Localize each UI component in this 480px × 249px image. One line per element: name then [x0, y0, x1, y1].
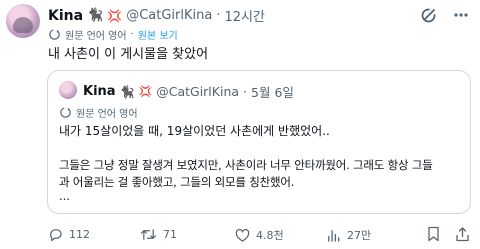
reply-count: 112: [69, 228, 90, 241]
translate-separator: ·: [130, 29, 134, 40]
more-icon[interactable]: [452, 6, 470, 24]
translate-icon: [59, 106, 72, 119]
retweet-button[interactable]: 71: [140, 227, 177, 242]
grok-icon[interactable]: [420, 6, 438, 24]
tweet-time[interactable]: 12시간: [224, 6, 264, 25]
show-original-link[interactable]: 원본 보기: [138, 27, 178, 42]
tweet-text: 내 사촌이 이 게시물을 찾았어: [48, 47, 209, 62]
quote-translate-row: 원문 언어 영어: [59, 105, 138, 120]
views-icon: [326, 228, 341, 243]
views-count: 27만: [347, 229, 372, 242]
avatar[interactable]: [6, 4, 40, 38]
quote-author-name: Kina: [83, 84, 116, 99]
views-button[interactable]: 27만: [326, 227, 371, 243]
anger-emoji-icon: 💢: [138, 85, 153, 98]
quote-text-line-2: 그들은 그냥 정말 잘생겨 보였지만, 사촌이라 너무 안타까웠어. 그래도 항…: [59, 158, 433, 172]
translate-label: 원문 언어 영어: [65, 31, 127, 42]
anger-emoji-icon: 💢: [107, 8, 123, 23]
reply-button[interactable]: 112: [48, 227, 90, 242]
quote-date: 5월 6일: [251, 85, 294, 100]
like-button[interactable]: 4.8천: [235, 227, 284, 243]
quote-handle: @CatGirlKina: [156, 84, 240, 99]
tweet-header: Kina 🐈‍⬛ 💢 @CatGirlKina · 12시간: [48, 6, 265, 26]
quote-text-line-4: ...: [59, 189, 70, 203]
share-icon[interactable]: [455, 226, 470, 242]
author-handle[interactable]: @CatGirlKina: [126, 8, 212, 23]
retweet-icon: [140, 227, 157, 242]
quote-text-line-1: 내가 15살이었을 때, 19살이었던 사촌에게 반했었어..: [59, 124, 330, 138]
cat-emoji-icon: 🐈‍⬛: [119, 84, 135, 99]
quote-separator: ·: [243, 84, 248, 99]
bookmark-icon[interactable]: [426, 226, 441, 242]
quote-header: Kina 🐈‍⬛ 💢 @CatGirlKina · 5월 6일: [83, 82, 294, 101]
quote-text-line-3: 과 어울리는 걸 좋아했고, 그들의 외모를 칭찬했어.: [59, 175, 295, 189]
cat-emoji-icon: 🐈‍⬛: [87, 8, 104, 23]
header-separator: ·: [216, 8, 221, 23]
retweet-count: 71: [163, 228, 177, 241]
author-name[interactable]: Kina: [48, 8, 83, 24]
translate-icon: [48, 28, 61, 41]
quote-translate-label: 원문 언어 영어: [76, 109, 138, 120]
like-icon: [235, 228, 250, 243]
like-count: 4.8천: [256, 229, 284, 242]
reply-icon: [48, 227, 63, 242]
quote-avatar: [59, 81, 77, 99]
translate-row: 원문 언어 영어 · 원본 보기: [48, 27, 178, 42]
